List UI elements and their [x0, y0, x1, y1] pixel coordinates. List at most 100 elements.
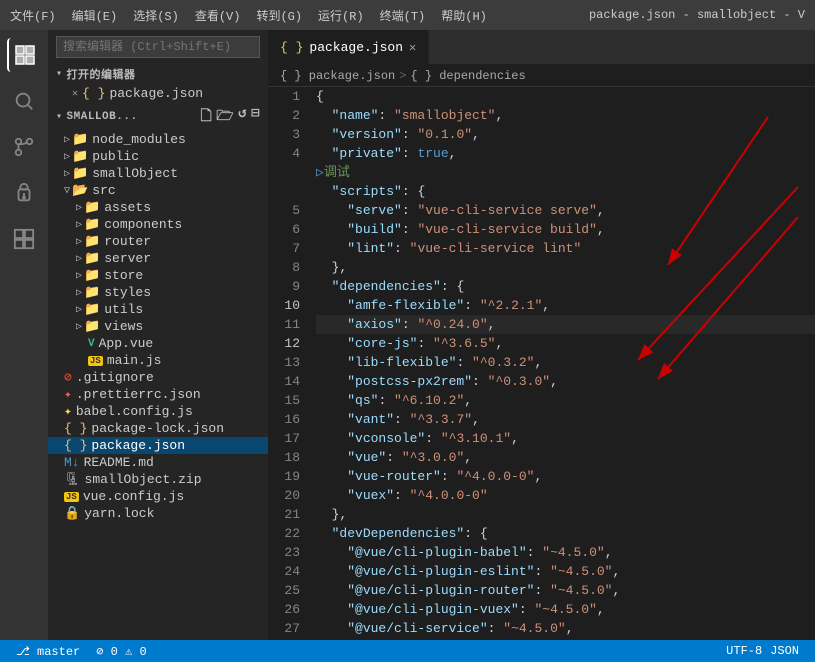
line-num: 25 [268, 581, 300, 600]
line-num [268, 163, 300, 201]
activity-search[interactable] [7, 84, 41, 118]
line-num: 23 [268, 543, 300, 562]
collapse-icon[interactable]: ⊟ [251, 105, 260, 129]
code-line-14: "lib-flexible": "^0.3.2", [316, 353, 815, 372]
menu-select[interactable]: 选择(S) [133, 7, 179, 24]
folder-views[interactable]: ▷ 📁 views [48, 318, 268, 335]
breadcrumb-separator: > [399, 69, 406, 83]
folder-smallobject[interactable]: ▷ 📁 smallObject [48, 165, 268, 182]
folder-src[interactable]: ▽ 📂 src [48, 182, 268, 199]
menu-view[interactable]: 查看(V) [195, 7, 241, 24]
folder-icon: 📁 [84, 302, 100, 317]
folder-icon: 📁 [84, 319, 100, 334]
file-main-js[interactable]: JS main.js [48, 352, 268, 369]
new-folder-icon[interactable]: 🗁 [216, 105, 234, 129]
line-num: 2 [268, 106, 300, 125]
menu-file[interactable]: 文件(F) [10, 7, 56, 24]
menu-bar[interactable]: 文件(F) 编辑(E) 选择(S) 查看(V) 转到(G) 运行(R) 终端(T… [10, 7, 487, 24]
line-num: 15 [268, 391, 300, 410]
file-gitignore[interactable]: ⊘ .gitignore [48, 369, 268, 386]
file-package-lock[interactable]: { } package-lock.json [48, 420, 268, 437]
folder-icon: 📁 [84, 200, 100, 215]
chevron-right-icon: ▷ [76, 304, 82, 316]
chevron-right-icon: ▷ [76, 270, 82, 282]
editor-area: { } package.json ✕ { } package.json > { … [268, 30, 815, 640]
open-file-item[interactable]: ✕ { } package.json [48, 84, 268, 103]
folder-utils[interactable]: ▷ 📁 utils [48, 301, 268, 318]
file-prettierrc[interactable]: ✦ .prettierrc.json [48, 386, 268, 403]
chevron-down-icon: ▽ [64, 185, 70, 197]
file-app-vue[interactable]: V App.vue [48, 335, 268, 352]
file-yarn-lock[interactable]: 🔒 yarn.lock [48, 505, 268, 522]
search-input[interactable] [56, 36, 260, 58]
menu-run[interactable]: 运行(R) [318, 7, 364, 24]
file-babel-config[interactable]: ✦ babel.config.js [48, 403, 268, 420]
folder-store[interactable]: ▷ 📁 store [48, 267, 268, 284]
explorer-icons: 🗋 🗁 ↺ ⊟ [200, 105, 260, 129]
activity-source-control[interactable] [7, 130, 41, 164]
activity-debug[interactable] [7, 176, 41, 210]
activity-explorer[interactable] [7, 38, 41, 72]
breadcrumb-section[interactable]: { } dependencies [410, 69, 525, 83]
close-icon[interactable]: ✕ [72, 88, 78, 100]
errors-warnings[interactable]: ⊘ 0 ⚠ 0 [88, 644, 154, 659]
file-package-json[interactable]: { } package.json [48, 437, 268, 454]
md-icon: M↓ [64, 455, 80, 470]
lock-icon: 🔒 [64, 506, 80, 521]
line-num: 8 [268, 258, 300, 277]
language-mode[interactable]: JSON [762, 644, 807, 658]
line-num: 26 [268, 600, 300, 619]
folder-name: public [92, 149, 139, 164]
line-num: 7 [268, 239, 300, 258]
json-icon: { } [64, 421, 87, 436]
file-smallobject-zip[interactable]: 🗜 smallObject.zip [48, 471, 268, 488]
folder-icon: 📁 [72, 132, 88, 147]
line-num: 20 [268, 486, 300, 505]
code-line-3: "version": "0.1.0", [316, 125, 815, 144]
file-readme[interactable]: M↓ README.md [48, 454, 268, 471]
code-line-20: "vue-router": "^4.0.0-0", [316, 467, 815, 486]
folder-styles[interactable]: ▷ 📁 styles [48, 284, 268, 301]
activity-extensions[interactable] [7, 222, 41, 256]
activity-bar [0, 30, 48, 640]
menu-terminal[interactable]: 终端(T) [380, 7, 426, 24]
folder-public[interactable]: ▷ 📁 public [48, 148, 268, 165]
code-line-8: "lint": "vue-cli-service lint" [316, 239, 815, 258]
code-line-24: "@vue/cli-plugin-babel": "~4.5.0", [316, 543, 815, 562]
code-line-9: }, [316, 258, 815, 277]
folder-name: node_modules [92, 132, 186, 147]
git-branch[interactable]: ⎇ master [8, 644, 88, 659]
code-content[interactable]: { "name": "smallobject", "version": "0.1… [308, 87, 815, 640]
folder-router[interactable]: ▷ 📁 router [48, 233, 268, 250]
folder-assets[interactable]: ▷ 📁 assets [48, 199, 268, 216]
breadcrumb-root[interactable]: { } package.json [280, 69, 395, 83]
new-file-icon[interactable]: 🗋 [200, 105, 212, 129]
tab-file-icon: { } [280, 40, 303, 55]
code-line-22: }, [316, 505, 815, 524]
line-num: 19 [268, 467, 300, 486]
tab-package-json[interactable]: { } package.json ✕ [268, 30, 429, 64]
titlebar: 文件(F) 编辑(E) 选择(S) 查看(V) 转到(G) 运行(R) 终端(T… [0, 0, 815, 30]
folder-components[interactable]: ▷ 📁 components [48, 216, 268, 233]
babel-icon: ✦ [64, 404, 72, 419]
file-name: README.md [84, 455, 154, 470]
folder-icon: 📁 [84, 251, 100, 266]
code-line-1: { [316, 87, 815, 106]
tab-bar: { } package.json ✕ [268, 30, 815, 65]
code-line-11: "amfe-flexible": "^2.2.1", [316, 296, 815, 315]
menu-help[interactable]: 帮助(H) [441, 7, 487, 24]
code-line-21: "vuex": "^4.0.0-0" [316, 486, 815, 505]
chevron-right-icon: ▷ [76, 287, 82, 299]
file-vue-config[interactable]: JS vue.config.js [48, 488, 268, 505]
code-line-17: "vant": "^3.3.7", [316, 410, 815, 429]
code-line-18: "vconsole": "^3.10.1", [316, 429, 815, 448]
folder-node-modules[interactable]: ▷ 📁 node_modules [48, 131, 268, 148]
menu-goto[interactable]: 转到(G) [256, 7, 302, 24]
file-name: main.js [107, 353, 162, 368]
refresh-icon[interactable]: ↺ [238, 105, 247, 129]
tab-close-button[interactable]: ✕ [409, 40, 416, 55]
menu-edit[interactable]: 编辑(E) [72, 7, 118, 24]
line-num: 5 [268, 201, 300, 220]
folder-server[interactable]: ▷ 📁 server [48, 250, 268, 267]
open-editors-section: ▾ 打开的编辑器 [48, 64, 268, 84]
